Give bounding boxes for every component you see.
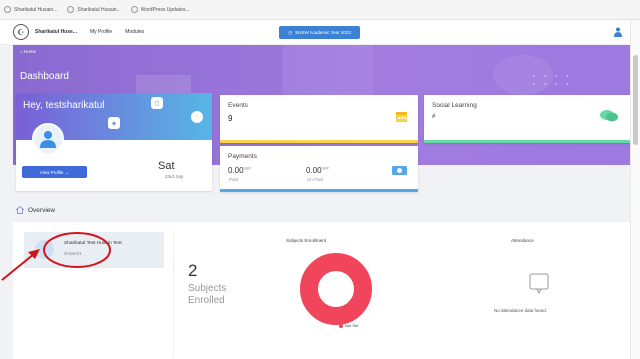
events-title: Events <box>228 102 248 109</box>
unpaid-amount-value: 0.00 <box>306 166 322 175</box>
dot-pattern-decoration: • • • • • • • • <box>533 74 573 88</box>
subjects-enrollment-title: Subjects Enrollment <box>286 238 327 243</box>
unpaid-label: Un Paid <box>307 177 324 182</box>
browser-tab-label: Sharikatul Husain... <box>77 6 121 13</box>
legend-swatch <box>339 323 343 328</box>
nav-link-my-profile[interactable]: My Profile <box>90 29 112 35</box>
social-learning-title: Social Learning <box>432 102 477 109</box>
profile-card: Hey, testsharikatul ◻ ◌ ◈ View Profile →… <box>16 93 212 191</box>
clock-icon: ◷ <box>288 29 293 35</box>
scrollbar-thumb[interactable] <box>633 55 638 145</box>
subjects-enrollment-section: Subjects Enrollment 2 Subjects Enrolled … <box>173 231 640 357</box>
top-navigation: ☪ Sharikatul Huse... My Profile Modules … <box>0 20 630 45</box>
social-learning-card[interactable]: Social Learning # <box>424 95 630 143</box>
overview-heading: Overview <box>16 206 55 214</box>
site-name-link[interactable]: Sharikatul Huse... <box>35 29 77 35</box>
current-day: Sat <box>158 160 175 172</box>
attendance-empty-message: No attendance data found. <box>494 308 548 313</box>
browser-tab-bar: Sharikatul Husain... Sharikatul Husain..… <box>0 0 640 20</box>
chat-icon <box>600 110 618 122</box>
browser-tab[interactable]: Sharikatul Husain... <box>67 6 121 13</box>
avatar <box>32 123 64 155</box>
calendar-icon <box>396 112 407 122</box>
browser-tab-label: WordPress Updates... <box>140 6 190 13</box>
nav-link-modules[interactable]: Modules <box>125 29 144 35</box>
events-card[interactable]: Events 9 <box>220 95 418 143</box>
current-date: 23rd July <box>165 174 184 179</box>
unpaid-amount: 0.00GBP <box>306 166 329 175</box>
student-name: Sharikatul Test Husain Test <box>64 241 122 246</box>
view-profile-button[interactable]: View Profile → <box>22 166 87 178</box>
student-card[interactable]: Sharikatul Test Husain Test shsw041 <box>24 232 164 268</box>
browser-tab[interactable]: WordPress Updates... <box>130 6 190 13</box>
attendance-icon <box>529 273 549 295</box>
unpaid-currency: GBP <box>321 166 329 171</box>
site-logo[interactable]: ☪ <box>13 24 29 40</box>
overview-title: Overview <box>28 206 56 214</box>
paid-currency: GBP <box>243 166 251 171</box>
browser-tab[interactable]: Sharikatul Husain... <box>4 6 57 13</box>
student-avatar <box>35 240 54 259</box>
circle-decoration-icon: ◌ <box>191 111 203 123</box>
user-icon[interactable] <box>614 27 622 37</box>
academic-year-button[interactable]: ◷ SHSW Academic Year 2023 <box>279 26 360 39</box>
subjects-count: 2 <box>188 261 198 280</box>
money-icon <box>392 166 407 175</box>
wordpress-icon <box>130 6 138 13</box>
payments-card[interactable]: Payments 0.00GBP Paid 0.00GBP Un Paid <box>220 146 418 192</box>
breadcrumb-home: Home <box>23 49 36 54</box>
payments-title: Payments <box>228 153 257 160</box>
chart-legend[interactable]: Not Set <box>339 323 358 328</box>
person-icon <box>40 131 56 148</box>
paid-label: Paid <box>229 177 239 182</box>
subjects-label: Subjects Enrolled <box>188 283 227 306</box>
square-decoration-icon: ◻ <box>151 97 163 109</box>
social-learning-value: # <box>432 114 436 120</box>
events-count: 9 <box>228 114 233 123</box>
home-icon <box>16 206 24 214</box>
breadcrumb[interactable]: ⌂ Home <box>20 49 36 54</box>
page-title: Dashboard <box>20 71 69 82</box>
site-favicon-icon <box>67 6 75 13</box>
overview-panel: Sharikatul Test Husain Test shsw041 Subj… <box>13 222 630 359</box>
legend-label: Not Set <box>345 323 359 328</box>
paid-amount: 0.00GBP <box>228 166 251 175</box>
academic-year-label: SHSW Academic Year 2023 <box>295 30 351 35</box>
paid-amount-value: 0.00 <box>228 166 244 175</box>
attendance-title: Attendance <box>511 238 534 243</box>
site-favicon-icon <box>4 6 11 13</box>
subjects-donut-chart[interactable] <box>299 252 373 326</box>
greeting: Hey, testsharikatul <box>23 100 105 111</box>
browser-tab-label: Sharikatul Husain... <box>14 6 58 13</box>
diamond-decoration-icon: ◈ <box>108 117 120 129</box>
student-id: shsw041 <box>64 251 82 256</box>
